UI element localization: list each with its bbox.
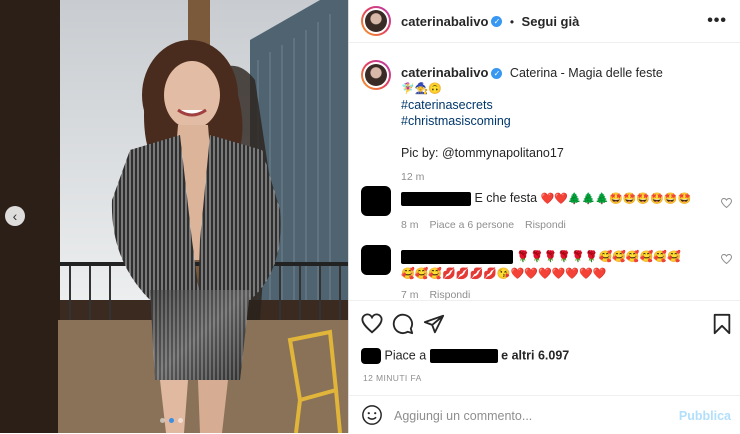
redacted-username bbox=[401, 249, 513, 264]
header-user: caterinabalivo ✓ • Segui già bbox=[401, 13, 579, 31]
comments-section: caterinabalivo ✓ Caterina - Magia delle f… bbox=[349, 42, 740, 300]
hashtag-link[interactable]: #christmasiscoming bbox=[401, 113, 721, 129]
comment-time[interactable]: 8 m bbox=[401, 219, 419, 231]
caption-credit: Pic by: @tommynapolitano17 bbox=[401, 146, 564, 160]
comment-heart-icon[interactable] bbox=[721, 198, 732, 208]
heart-icon[interactable] bbox=[361, 313, 383, 335]
comment-emojis-line2: 🥰🥰🥰💋💋💋💋😘❤️❤️❤️❤️❤️❤️❤️ bbox=[401, 268, 607, 280]
comment-heart-icon[interactable] bbox=[721, 254, 732, 264]
comment-emojis: ❤️❤️🌲🌲🌲🤩🤩🤩🤩🤩🤩 bbox=[540, 193, 692, 205]
share-icon[interactable] bbox=[423, 313, 445, 335]
hashtag-link[interactable]: #caterinasecrets bbox=[401, 97, 721, 113]
caption: caterinabalivo ✓ Caterina - Magia delle f… bbox=[401, 65, 721, 185]
carousel-indicators bbox=[160, 418, 183, 423]
caption-username[interactable]: caterinabalivo bbox=[401, 65, 488, 80]
likes-summary: Piace a e altri 6.097 bbox=[361, 348, 569, 364]
comment-icon[interactable] bbox=[392, 313, 414, 335]
post-photo[interactable]: ‹ bbox=[0, 0, 348, 433]
comment-likes[interactable]: Piace a 6 persone bbox=[429, 219, 514, 231]
action-bar: Piace a e altri 6.097 12 MINUTI FA bbox=[349, 300, 740, 383]
instagram-post: ‹ caterinabalivo ✓ • Segui già ••• cater… bbox=[0, 0, 740, 433]
comment-meta: 7 m Rispondi bbox=[401, 289, 470, 300]
bookmark-icon[interactable] bbox=[711, 313, 733, 335]
comment-emojis: 🌹🌹🌹🌹🌹🌹🥰🥰🥰🥰🥰🥰 bbox=[516, 251, 681, 263]
verified-icon: ✓ bbox=[491, 68, 503, 80]
post-time[interactable]: 12 MINUTI FA bbox=[363, 373, 422, 383]
redacted-username bbox=[429, 349, 498, 363]
chevron-left-icon[interactable]: ‹ bbox=[5, 206, 25, 226]
reply-button[interactable]: Rispondi bbox=[429, 289, 470, 300]
caption-emojis: 🧚‍♀️🧙🙃 bbox=[401, 83, 443, 95]
comment-text: E che festa bbox=[474, 191, 538, 205]
avatar[interactable] bbox=[361, 6, 391, 36]
comment-meta: 8 m Piace a 6 persone Rispondi bbox=[401, 219, 566, 231]
carousel-dot bbox=[160, 418, 165, 423]
comment-time[interactable]: 7 m bbox=[401, 289, 419, 300]
redacted-avatar bbox=[361, 186, 391, 216]
likes-count-link[interactable]: e altri 6.097 bbox=[501, 348, 569, 362]
redacted-avatar bbox=[361, 245, 391, 275]
redacted-username bbox=[401, 191, 471, 206]
publish-button[interactable]: Pubblica bbox=[679, 409, 731, 423]
comment: E che festa ❤️❤️🌲🌲🌲🤩🤩🤩🤩🤩🤩 bbox=[401, 191, 731, 206]
caption-avatar[interactable] bbox=[361, 60, 391, 90]
separator-dot: • bbox=[509, 15, 515, 29]
follow-button[interactable]: Segui già bbox=[522, 14, 580, 29]
post-header: caterinabalivo ✓ • Segui già ••• bbox=[349, 0, 740, 43]
comment-input[interactable]: Aggiungi un commento... bbox=[394, 409, 532, 423]
reply-button[interactable]: Rispondi bbox=[525, 219, 566, 231]
carousel-dot bbox=[178, 418, 183, 423]
emoji-icon[interactable] bbox=[361, 404, 383, 426]
carousel-dot-active bbox=[169, 418, 174, 423]
post-side-panel: caterinabalivo ✓ • Segui già ••• caterina… bbox=[348, 0, 740, 433]
add-comment-bar: Aggiungi un commento... Pubblica bbox=[349, 395, 740, 434]
caption-time[interactable]: 12 m bbox=[401, 169, 721, 185]
more-options-icon[interactable]: ••• bbox=[707, 12, 727, 30]
comment: 🌹🌹🌹🌹🌹🌹🥰🥰🥰🥰🥰🥰 🥰🥰🥰💋💋💋💋😘❤️❤️❤️❤️❤️❤️❤️ bbox=[401, 248, 716, 282]
caption-text: Caterina - Magia delle feste bbox=[509, 66, 663, 80]
photo-illustration bbox=[0, 0, 348, 433]
username-link[interactable]: caterinabalivo bbox=[401, 14, 488, 29]
likes-prefix: Piace a bbox=[384, 348, 427, 363]
redacted-avatar bbox=[361, 348, 381, 364]
verified-icon: ✓ bbox=[491, 16, 503, 28]
